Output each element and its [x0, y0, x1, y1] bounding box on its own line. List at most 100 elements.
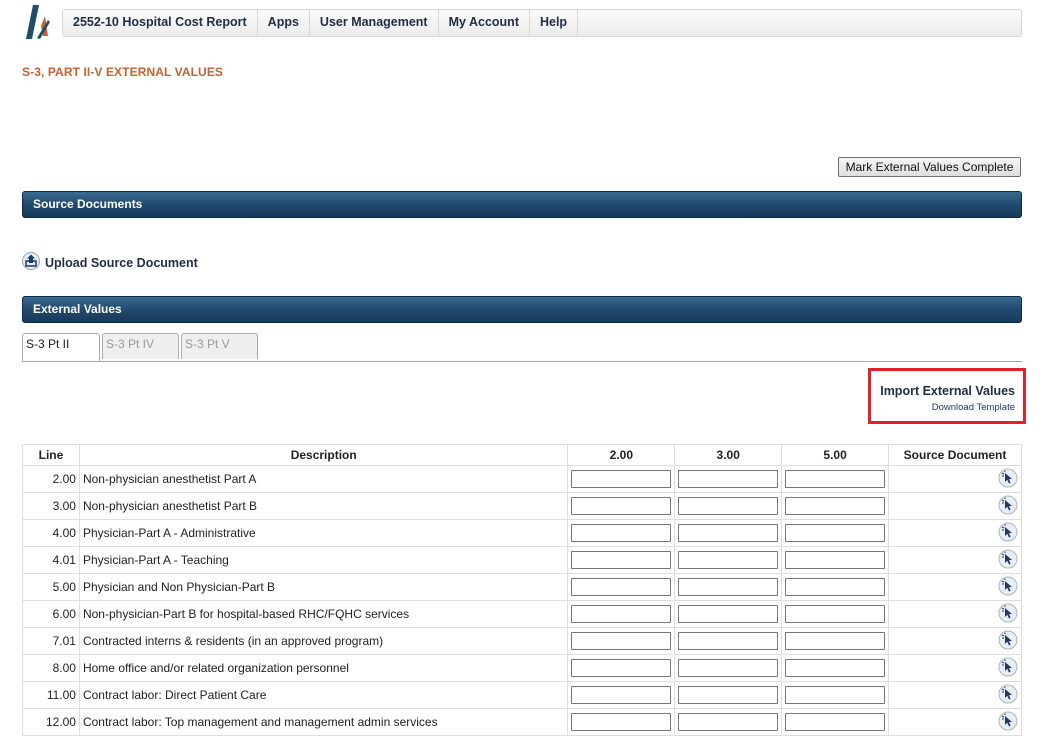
cell-3	[674, 492, 783, 520]
col-header-3: 3.00	[674, 444, 783, 466]
tab-bar: S-3 Pt II S-3 Pt IV S-3 Pt V	[22, 333, 1022, 362]
line-description: Contract labor: Direct Patient Care	[78, 681, 569, 709]
value-input-5[interactable]	[785, 659, 886, 677]
external-values-table: Line Description 2.00 3.00 5.00 Source D…	[22, 444, 1022, 736]
table-row: 2.00 Non-physician anesthetist Part A	[22, 465, 1022, 493]
value-input-2[interactable]	[571, 551, 672, 569]
value-input-3[interactable]	[678, 659, 779, 677]
cursor-select-icon[interactable]	[998, 468, 1018, 491]
upload-label: Upload Source Document	[45, 255, 198, 270]
value-input-5[interactable]	[785, 497, 886, 515]
col-header-5: 5.00	[781, 444, 890, 466]
line-number: 7.01	[22, 627, 80, 655]
value-input-2[interactable]	[571, 632, 672, 650]
value-input-5[interactable]	[785, 632, 886, 650]
cell-3	[674, 708, 783, 736]
value-input-5[interactable]	[785, 524, 886, 542]
value-input-2[interactable]	[571, 524, 672, 542]
value-input-3[interactable]	[678, 605, 779, 623]
cell-5	[781, 492, 890, 520]
nav-my-account[interactable]: My Account	[439, 10, 530, 36]
value-input-3[interactable]	[678, 551, 779, 569]
nav-apps[interactable]: Apps	[258, 10, 310, 36]
value-input-2[interactable]	[571, 659, 672, 677]
value-input-5[interactable]	[785, 605, 886, 623]
top-nav: 2552-10 Hospital Cost Report Apps User M…	[62, 9, 1022, 37]
line-description: Home office and/or related organization …	[78, 654, 569, 682]
source-cell	[888, 492, 1022, 520]
app-logo[interactable]	[24, 4, 56, 40]
line-number: 6.00	[22, 600, 80, 628]
cell-3	[674, 465, 783, 493]
value-input-2[interactable]	[571, 713, 672, 731]
cell-5	[781, 600, 890, 628]
tab-s3-pt-iv[interactable]: S-3 Pt IV	[102, 333, 179, 359]
page-title: S-3, PART II-V EXTERNAL VALUES	[22, 65, 224, 79]
cursor-select-icon[interactable]	[998, 549, 1018, 572]
source-cell	[888, 546, 1022, 574]
line-number: 4.00	[22, 519, 80, 547]
value-input-3[interactable]	[678, 632, 779, 650]
value-input-3[interactable]	[678, 713, 779, 731]
cell-5	[781, 546, 890, 574]
upload-source-document-link[interactable]: Upload Source Document	[22, 252, 198, 273]
source-cell	[888, 600, 1022, 628]
cursor-select-icon[interactable]	[998, 495, 1018, 518]
line-description: Non-physician anesthetist Part B	[78, 492, 569, 520]
table-row: 3.00 Non-physician anesthetist Part B	[22, 492, 1022, 520]
cursor-select-icon[interactable]	[998, 603, 1018, 626]
cell-2	[567, 708, 676, 736]
value-input-2[interactable]	[571, 686, 672, 704]
table-row: 4.00 Physician-Part A - Administrative	[22, 519, 1022, 547]
external-values-header: External Values	[22, 296, 1022, 323]
col-header-line: Line	[22, 444, 80, 466]
tab-s3-pt-ii[interactable]: S-3 Pt II	[22, 333, 100, 361]
value-input-5[interactable]	[785, 686, 886, 704]
cell-2	[567, 681, 676, 709]
cursor-select-icon[interactable]	[998, 711, 1018, 734]
value-input-5[interactable]	[785, 713, 886, 731]
line-number: 11.00	[22, 681, 80, 709]
cursor-select-icon[interactable]	[998, 657, 1018, 680]
value-input-3[interactable]	[678, 686, 779, 704]
import-external-values-link[interactable]: Import External Values	[871, 384, 1015, 398]
line-number: 12.00	[22, 708, 80, 736]
source-cell	[888, 519, 1022, 547]
cell-3	[674, 519, 783, 547]
tab-s3-pt-v[interactable]: S-3 Pt V	[181, 333, 258, 359]
value-input-3[interactable]	[678, 524, 779, 542]
value-input-2[interactable]	[571, 470, 672, 488]
value-input-3[interactable]	[678, 497, 779, 515]
cursor-select-icon[interactable]	[998, 630, 1018, 653]
line-number: 5.00	[22, 573, 80, 601]
cell-2	[567, 546, 676, 574]
source-cell	[888, 681, 1022, 709]
value-input-3[interactable]	[678, 470, 779, 488]
cursor-select-icon[interactable]	[998, 576, 1018, 599]
cell-5	[781, 627, 890, 655]
cell-2	[567, 654, 676, 682]
value-input-5[interactable]	[785, 578, 886, 596]
cell-2	[567, 492, 676, 520]
line-number: 8.00	[22, 654, 80, 682]
value-input-2[interactable]	[571, 605, 672, 623]
value-input-2[interactable]	[571, 578, 672, 596]
cell-2	[567, 600, 676, 628]
value-input-5[interactable]	[785, 470, 886, 488]
nav-user-management[interactable]: User Management	[310, 10, 439, 36]
line-description: Contract labor: Top management and manag…	[78, 708, 569, 736]
value-input-5[interactable]	[785, 551, 886, 569]
cursor-select-icon[interactable]	[998, 684, 1018, 707]
download-template-link[interactable]: Download Template	[871, 402, 1015, 413]
cursor-select-icon[interactable]	[998, 522, 1018, 545]
value-input-2[interactable]	[571, 497, 672, 515]
cell-2	[567, 627, 676, 655]
line-description: Physician and Non Physician-Part B	[78, 573, 569, 601]
nav-help[interactable]: Help	[530, 10, 579, 36]
value-input-3[interactable]	[678, 578, 779, 596]
cell-3	[674, 573, 783, 601]
mark-complete-button[interactable]: Mark External Values Complete	[838, 157, 1021, 177]
cell-5	[781, 465, 890, 493]
nav-cost-report[interactable]: 2552-10 Hospital Cost Report	[63, 10, 258, 36]
source-cell	[888, 573, 1022, 601]
